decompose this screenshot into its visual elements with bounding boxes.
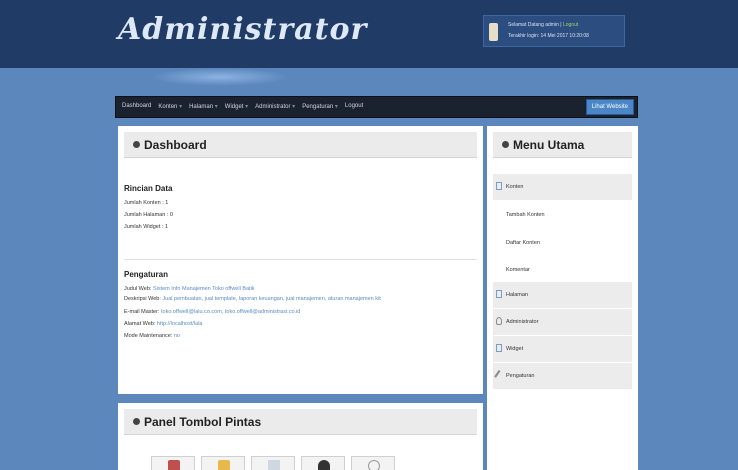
menu-item-widget[interactable]: Widget xyxy=(493,336,632,362)
nav-item-dashboard[interactable]: Dashboard xyxy=(122,103,151,110)
page-icon xyxy=(496,290,502,298)
menu-item-pengaturan[interactable]: Pengaturan xyxy=(493,363,632,389)
rincian-row: Jumlah Halaman : 0 xyxy=(124,212,173,218)
menu-utama-header: Menu Utama xyxy=(493,132,632,158)
menu-utama-title: Menu Utama xyxy=(513,138,585,152)
shortcut-button-administrator[interactable] xyxy=(301,456,345,470)
pengaturan-row: Judul Web: Sistem Info Manajemen Toko of… xyxy=(124,286,255,292)
dashboard-panel: Dashboard Rincian Data Jumlah Konten : 1… xyxy=(118,126,483,394)
nav-item-pengaturan[interactable]: Pengaturan ▾ xyxy=(302,103,338,110)
view-site-button[interactable]: Lihat Website xyxy=(585,99,634,115)
header-logout-link[interactable]: Logout xyxy=(563,22,578,28)
pengaturan-title: Pengaturan xyxy=(124,270,169,279)
menu-item-konten[interactable]: Konten xyxy=(493,174,632,200)
nav-items: Dashboard Konten ▾ Halaman ▾ Widget ▾ Ad… xyxy=(122,103,363,110)
header-glow xyxy=(150,68,290,86)
shortcut-buttons xyxy=(151,456,395,470)
user-greeting-text: Selamat Datang admin xyxy=(508,22,559,28)
nav-item-administrator[interactable]: Administrator ▾ xyxy=(255,103,295,110)
shortcut-button-konten[interactable] xyxy=(151,456,195,470)
menu-item-daftar-konten[interactable]: Daftar Konten xyxy=(493,230,632,256)
panel-tombol-pintas-title: Panel Tombol Pintas xyxy=(144,415,262,429)
main-navbar: Dashboard Konten ▾ Halaman ▾ Widget ▾ Ad… xyxy=(115,96,638,118)
rincian-data-title: Rincian Data xyxy=(124,184,173,193)
shortcut-button-pengaturan[interactable] xyxy=(351,456,395,470)
pengaturan-row: Deskripsi Web: Jual pembuatan, jual temp… xyxy=(124,296,381,302)
nav-item-halaman[interactable]: Halaman ▾ xyxy=(189,103,218,110)
panel-tombol-pintas: Panel Tombol Pintas xyxy=(118,403,483,470)
widget-icon xyxy=(496,344,502,352)
user-avatar-icon xyxy=(489,23,498,41)
rincian-row: Jumlah Konten : 1 xyxy=(124,200,169,206)
dashboard-header: Dashboard xyxy=(124,132,477,158)
bullet-icon xyxy=(502,141,509,148)
pengaturan-section: Pengaturan Judul Web: Sistem Info Manaje… xyxy=(124,270,477,342)
header: Administrator Selamat Datang admin | Log… xyxy=(0,0,738,68)
rincian-row: Jumlah Widget : 1 xyxy=(124,224,169,230)
wrench-icon xyxy=(494,370,504,380)
bullet-icon xyxy=(133,141,140,148)
widget-icon xyxy=(268,460,280,470)
menu-item-tambah-konten[interactable]: Tambah Konten xyxy=(493,202,632,228)
panel-tombol-pintas-header: Panel Tombol Pintas xyxy=(124,409,477,435)
user-greeting: Selamat Datang admin | Logout xyxy=(508,22,579,28)
rincian-data-section: Rincian Data Jumlah Konten : 1 Jumlah Ha… xyxy=(124,184,477,233)
settings-icon xyxy=(368,460,380,470)
content-icon xyxy=(168,460,180,470)
menu-item-administrator[interactable]: Administrator xyxy=(493,309,632,335)
folder-icon xyxy=(218,460,230,470)
document-icon xyxy=(496,182,502,190)
shortcut-button-halaman[interactable] xyxy=(201,456,245,470)
app-logo[interactable]: Administrator xyxy=(118,12,367,47)
menu-utama-panel: Menu Utama Konten Tambah Konten Daftar K… xyxy=(487,126,638,470)
user-icon xyxy=(496,317,502,325)
section-divider xyxy=(124,259,477,260)
nav-item-logout[interactable]: Logout xyxy=(345,103,363,110)
menu-item-komentar[interactable]: Komentar xyxy=(493,257,632,283)
last-login-text: Terakhir login: 14 Mei 2017 10:20:08 xyxy=(508,33,589,39)
pengaturan-row: Alamat Web: http://localhost/lala xyxy=(124,321,203,327)
user-info-box: Selamat Datang admin | Logout Terakhir l… xyxy=(483,15,625,47)
dashboard-title: Dashboard xyxy=(144,138,207,152)
nav-item-konten[interactable]: Konten ▾ xyxy=(158,103,182,110)
pengaturan-row: E-mail Master: toko.offwell@lalu.co.com,… xyxy=(124,309,301,315)
users-icon xyxy=(318,460,330,470)
bullet-icon xyxy=(133,418,140,425)
menu-item-halaman[interactable]: Halaman xyxy=(493,282,632,308)
pengaturan-row: Mode Maintenance: no xyxy=(124,333,180,339)
nav-item-widget[interactable]: Widget ▾ xyxy=(225,103,248,110)
shortcut-button-widget[interactable] xyxy=(251,456,295,470)
